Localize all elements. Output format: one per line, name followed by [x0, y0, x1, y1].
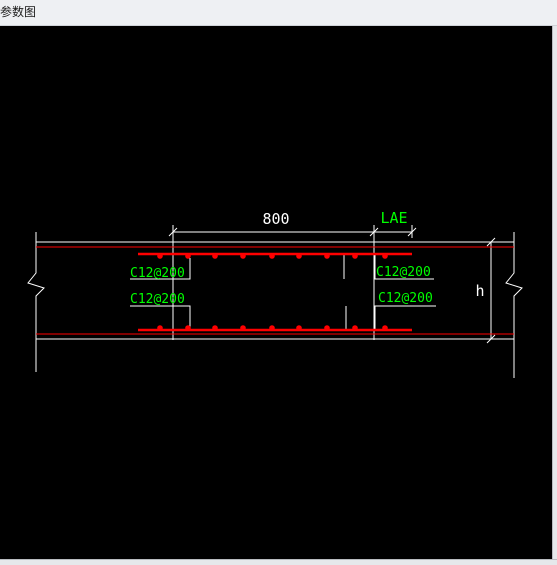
top-rebar-dot — [157, 253, 163, 259]
height-text: h — [475, 282, 484, 300]
bottom-left-rebar-text: C12@200 — [130, 292, 185, 307]
top-rebar-dot — [382, 253, 388, 259]
title-bar: 参数图 — [0, 0, 557, 26]
rebar-lines — [36, 246, 514, 335]
right-break-line — [505, 232, 523, 378]
bottom-right-rebar-text: C12@200 — [378, 291, 433, 306]
bottom-rebar-dot — [212, 325, 218, 331]
bottom-rebar-dot — [296, 325, 302, 331]
top-rebar-dot — [324, 253, 330, 259]
top-rebar-dot — [185, 253, 191, 259]
lae-text: LAE — [380, 209, 407, 227]
bottom-rebar-dot — [382, 325, 388, 331]
top-rebar-dot — [212, 253, 218, 259]
top-rebar-dot — [269, 253, 275, 259]
top-rebar-dot — [296, 253, 302, 259]
span-dimension-text: 800 — [262, 210, 289, 228]
top-right-rebar-text: C12@200 — [376, 265, 431, 280]
beam-section-drawing: 800 LAE h C12@200 C12@200 C12@200 C12@20… — [27, 209, 523, 378]
bottom-rebar-dot — [269, 325, 275, 331]
top-rebar-dot — [352, 253, 358, 259]
beam-outline — [27, 225, 523, 378]
window-title: 参数图 — [0, 5, 37, 19]
bottom-rebar-dot — [324, 325, 330, 331]
rebar-dots — [157, 253, 388, 331]
top-left-rebar-text: C12@200 — [130, 266, 185, 281]
top-rebar-dot — [240, 253, 246, 259]
bottom-right-leader — [345, 305, 436, 331]
bottom-rebar-dot — [240, 325, 246, 331]
left-break-line — [27, 232, 45, 372]
bottom-rebar-dot — [185, 325, 191, 331]
bottom-left-leader — [130, 305, 191, 327]
window-right-edge — [552, 26, 557, 565]
bottom-rebar-dot — [157, 325, 163, 331]
bottom-rebar-dot — [352, 325, 358, 331]
window-bottom-edge — [0, 559, 557, 565]
drawing-canvas[interactable]: 800 LAE h C12@200 C12@200 C12@200 C12@20… — [0, 26, 552, 559]
